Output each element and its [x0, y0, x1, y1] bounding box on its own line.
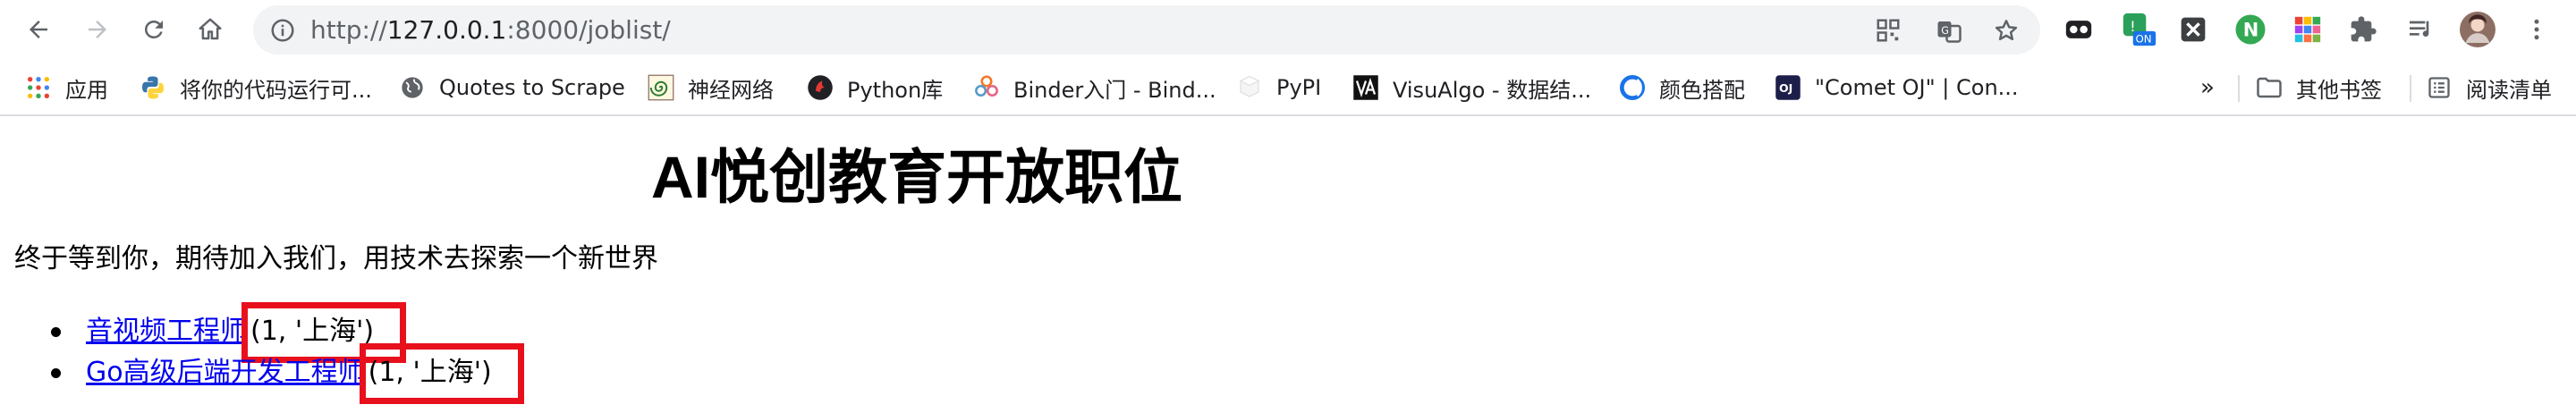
svg-text:ON: ON: [2135, 33, 2151, 46]
arrow-left-icon: [30, 21, 47, 38]
page-content: AI悦创教育开放职位 终于等到你，期待加入我们，用技术去探索一个新世界 音视频工…: [0, 118, 2576, 413]
folder-icon: [2256, 74, 2283, 101]
arrow-right-icon: [89, 21, 106, 38]
star-icon[interactable]: [1992, 16, 2021, 45]
bookmark-python-lib[interactable]: Python库: [807, 72, 943, 104]
reload-icon: [144, 20, 163, 38]
svg-text:OJ: OJ: [1779, 81, 1792, 95]
url-host: 127.0.0.1: [386, 15, 507, 45]
bookmark-pypi[interactable]: PyPI: [1236, 72, 1321, 104]
info-icon[interactable]: [269, 17, 296, 44]
bookmark-visualgo[interactable]: VisuAlgo - 数据结...: [1352, 72, 1591, 104]
bookmark-color-matching[interactable]: 颜色搭配: [1619, 72, 1745, 104]
reading-list-button[interactable]: 阅读清单: [2426, 72, 2552, 104]
extension-glasses-icon[interactable]: [2061, 12, 2097, 47]
url-scheme: http://: [310, 15, 387, 45]
bookmark-comet-oj[interactable]: OJ "Comet OJ" | Con...: [1775, 72, 2019, 104]
svg-text:N: N: [2243, 20, 2259, 41]
forward-button[interactable]: [78, 10, 117, 49]
intro-text: 终于等到你，期待加入我们，用技术去探索一个新世界: [14, 243, 658, 274]
visualgo-icon: [1352, 74, 1379, 101]
bookmark-apps[interactable]: 应用: [25, 72, 108, 104]
bookmark-binder[interactable]: Binder入门 - Bind...: [973, 72, 1216, 104]
bookmark-neural-network[interactable]: 神经网络: [648, 72, 774, 104]
bookmark-label: 神经网络: [688, 77, 774, 103]
bookmark-label: "Comet OJ" | Con...: [1815, 75, 2019, 100]
home-button[interactable]: [191, 10, 230, 49]
browser-toolbar: http://127.0.0.1:8000/joblist/ G ! ON N: [0, 0, 2576, 59]
other-bookmarks-label: 其他书签: [2296, 77, 2382, 103]
extension-x-icon[interactable]: [2175, 12, 2211, 47]
bookmark-label: 颜色搭配: [1659, 77, 1745, 103]
list-item: Go高级后端开发工程师 (1, '上海'): [51, 343, 524, 404]
apps-grid-icon: [25, 74, 52, 101]
bookmark-label: PyPI: [1276, 75, 1322, 100]
bullet: [51, 327, 61, 337]
divider: [2410, 75, 2411, 102]
bookmark-label: VisuAlgo - 数据结...: [1393, 77, 1592, 103]
bookmark-quotes-to-scrape[interactable]: Quotes to Scrape: [399, 72, 625, 104]
bookmark-python-runner[interactable]: 将你的代码运行可...: [140, 72, 372, 104]
job-meta-text: (1, '上海'): [368, 357, 492, 388]
python-lib-icon: [807, 74, 834, 101]
extensions-puzzle-icon[interactable]: [2345, 12, 2381, 47]
binder-icon: [973, 74, 1000, 101]
spiral-icon: [648, 74, 674, 101]
svg-text:G: G: [1941, 25, 1949, 37]
job-meta: (1, '上海'): [242, 302, 407, 363]
url-text[interactable]: http://127.0.0.1:8000/joblist/: [310, 16, 671, 45]
home-icon: [199, 18, 222, 40]
divider: [2238, 75, 2240, 102]
bookmark-label: Python库: [847, 77, 944, 103]
extension-n-icon[interactable]: N: [2233, 12, 2268, 47]
reload-button[interactable]: [134, 10, 174, 49]
color-icon: [1619, 74, 1646, 101]
menu-kebab-icon[interactable]: [2519, 12, 2555, 47]
job-list: 音视频工程师 (1, '上海') Go高级后端开发工程师 (1, '上海'): [51, 302, 524, 404]
bookmarks-overflow-button[interactable]: »: [2200, 72, 2215, 104]
back-button[interactable]: [19, 10, 58, 49]
reading-list-icon: [2426, 74, 2453, 101]
job-link[interactable]: Go高级后端开发工程师: [86, 357, 365, 388]
page-title: AI悦创教育开放职位: [651, 144, 1182, 210]
extension-toggle-icon[interactable]: ! ON: [2122, 12, 2157, 47]
avatar[interactable]: [2460, 12, 2496, 47]
qr-code-icon[interactable]: [1874, 16, 1902, 45]
media-queue-icon[interactable]: [2402, 12, 2438, 47]
other-bookmarks-folder[interactable]: 其他书签: [2256, 72, 2382, 104]
reading-list-label: 阅读清单: [2466, 77, 2552, 103]
bullet: [51, 368, 61, 378]
extension-color-grid-icon[interactable]: [2290, 12, 2326, 47]
bookmark-label: 应用: [65, 77, 108, 103]
address-bar[interactable]: http://127.0.0.1:8000/joblist/ G: [253, 5, 2040, 55]
job-meta: (1, '上海'): [359, 343, 524, 404]
bookmarks-bar: 应用 将你的代码运行可... Quotes to Scrape 神经网络 Pyt…: [0, 59, 2576, 116]
bookmark-label: Binder入门 - Bind...: [1013, 77, 1216, 103]
bookmark-label: Quotes to Scrape: [439, 75, 625, 100]
overflow-chevron-icon: »: [2200, 74, 2215, 101]
python-icon: [140, 74, 166, 101]
job-link[interactable]: 音视频工程师: [86, 316, 247, 347]
list-item: 音视频工程师 (1, '上海'): [51, 302, 496, 363]
url-path: :8000/joblist/: [506, 15, 671, 45]
job-meta-text: (1, '上海'): [250, 316, 375, 347]
globe-icon: [399, 74, 426, 101]
pypi-icon: [1236, 74, 1263, 101]
bookmark-label: 将你的代码运行可...: [180, 77, 372, 103]
cometoj-icon: OJ: [1775, 74, 1801, 101]
translate-icon[interactable]: G: [1935, 16, 1963, 45]
